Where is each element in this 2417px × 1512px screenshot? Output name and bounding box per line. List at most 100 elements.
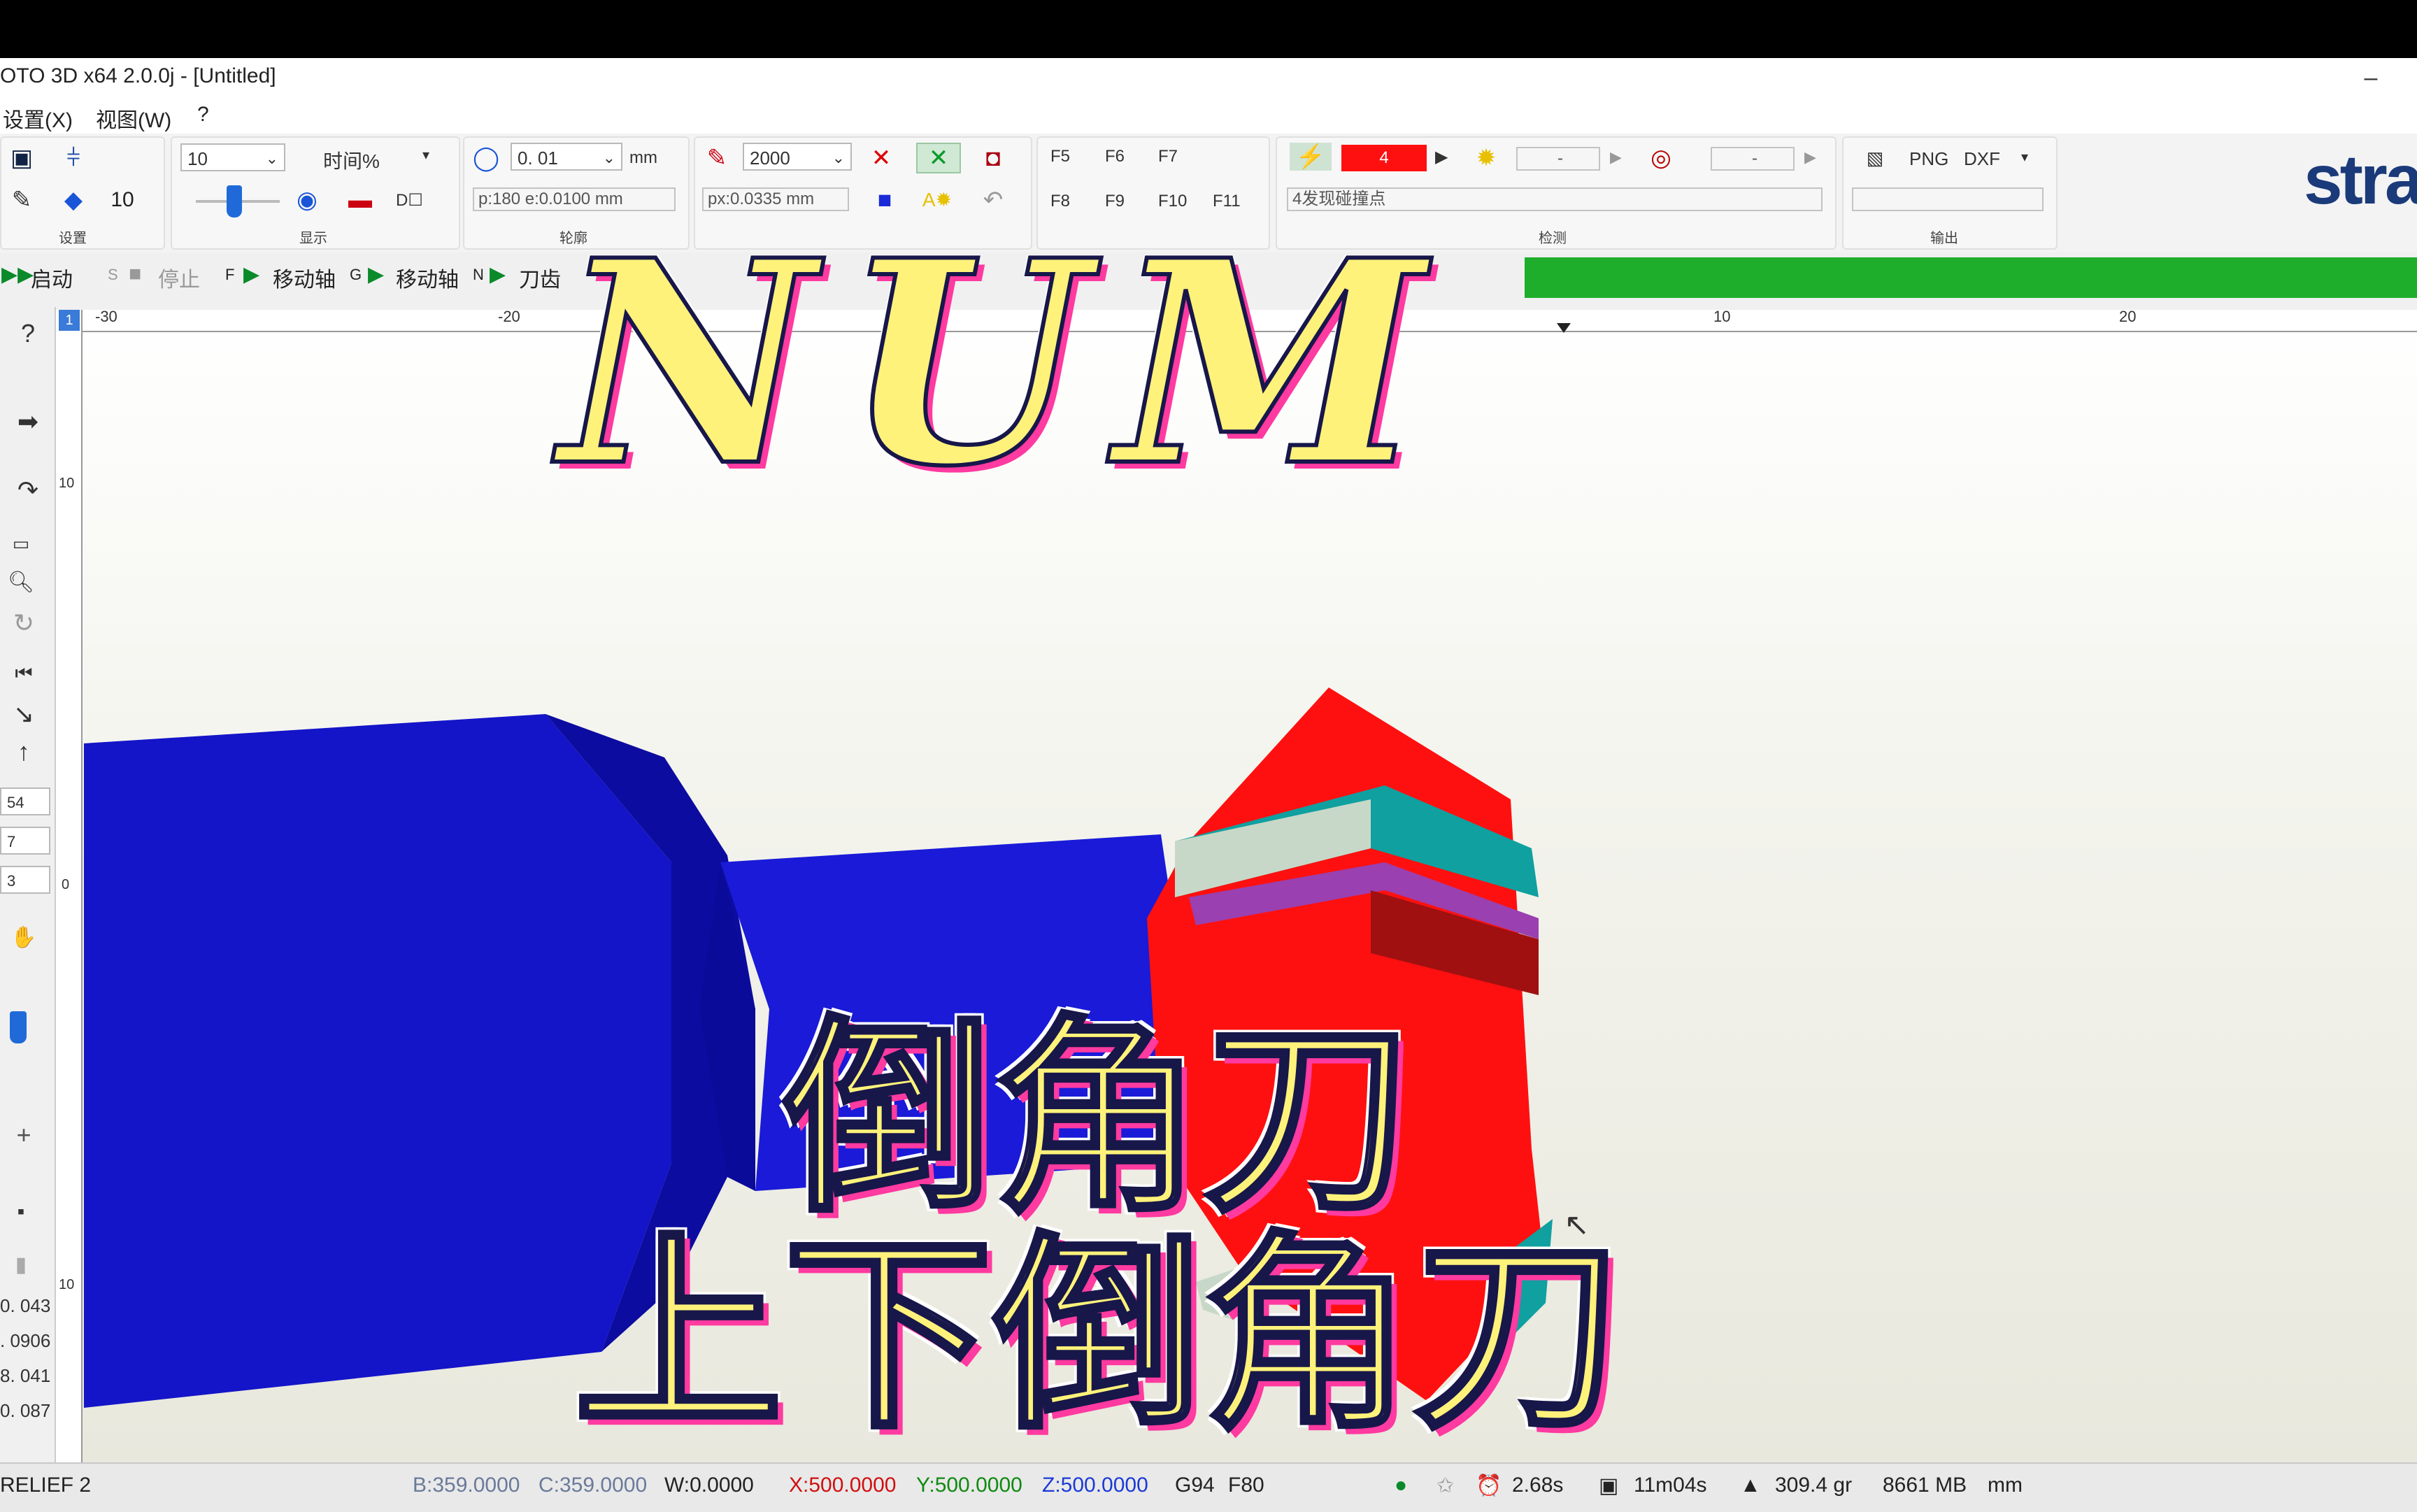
time-dropdown-arrow[interactable]: ▾	[422, 146, 429, 164]
trash-icon[interactable]: ▮	[0, 1248, 42, 1283]
left-value-1: 0. 043	[0, 1295, 51, 1316]
ruler-marker	[1557, 323, 1571, 333]
menu-help[interactable]: ?	[197, 103, 209, 127]
confirm-icon[interactable]: ✕	[916, 143, 961, 173]
window-title: OTO 3D x64 2.0.0j - [Untitled]	[0, 64, 276, 87]
ruler-tick-label: 20	[2119, 308, 2137, 325]
move-axis-button[interactable]: 移动轴	[396, 262, 459, 293]
next-arrow-icon[interactable]: ▶	[1804, 148, 1816, 166]
stop-button[interactable]: 停止	[158, 262, 200, 293]
f7-button[interactable]: F7	[1158, 147, 1178, 166]
start-button[interactable]: 启动	[31, 262, 73, 293]
detect-field-2: -	[1711, 147, 1795, 171]
pen-icon[interactable]: ✎	[4, 186, 39, 214]
tool-slider-thumb[interactable]	[10, 1011, 27, 1043]
target-icon[interactable]: ◎	[1644, 144, 1678, 172]
status-w: W:0.0000	[664, 1474, 754, 1497]
arrow-right-icon[interactable]: ➡	[7, 404, 49, 439]
export-field[interactable]	[1852, 187, 2044, 211]
ruler-tick-label: -20	[498, 308, 520, 325]
start-icon[interactable]: ▶▶	[1, 262, 34, 287]
video-letterbox	[0, 0, 2417, 58]
time-percent-label[interactable]: 时间%	[323, 146, 380, 174]
edit-key: F	[225, 266, 235, 283]
status-mode: RELIEF 2	[0, 1474, 92, 1497]
speed-icon: ✎	[706, 145, 727, 171]
menu-view[interactable]: 视图(W)	[96, 103, 171, 134]
chevron-down-icon: ⌄	[832, 149, 845, 166]
collision-icon[interactable]: ⚡	[1290, 143, 1332, 171]
tooth-button[interactable]: 刀齿	[519, 262, 561, 293]
cancel-icon[interactable]: ✕	[860, 144, 902, 172]
menu-bar	[0, 100, 2417, 134]
speed-slider-thumb[interactable]	[227, 185, 242, 217]
status-unit: mm	[1988, 1474, 2023, 1497]
status-f: F80	[1228, 1474, 1264, 1497]
tolerance-combo[interactable]: 0. 01 ⌄	[511, 143, 622, 171]
clock-icon: ⏰	[1476, 1474, 1502, 1497]
display-group-label: 显示	[299, 231, 327, 246]
view-mode-icon[interactable]: ◉	[290, 186, 325, 214]
left-value-3: 8. 041	[0, 1365, 51, 1386]
status-memory: 8661 MB	[1883, 1474, 1967, 1497]
chevron-down-icon: ⌄	[265, 150, 278, 167]
left-combo-3[interactable]: 3	[0, 866, 50, 894]
left-combo-1[interactable]: 54	[0, 787, 50, 815]
machine-icon[interactable]: ▣	[4, 144, 39, 172]
export-dropdown-arrow[interactable]: ▾	[2021, 148, 2028, 166]
record-icon[interactable]: ◘	[972, 144, 1014, 172]
redo-icon[interactable]: ↷	[7, 473, 49, 508]
dxf-button[interactable]: DXF	[1964, 148, 2000, 170]
binary-icon[interactable]: 10	[105, 186, 140, 214]
edit-button[interactable]: 移动轴	[273, 262, 336, 293]
ruler-tab[interactable]: 1	[59, 310, 80, 331]
overlay-subtitle-2: 上下倒角刀	[572, 1213, 1625, 1457]
detection-group-label: 检测	[1539, 231, 1567, 246]
tolerance-unit: mm	[629, 148, 657, 167]
ruler-tick-label: 10	[1713, 308, 1731, 325]
detect-field-1: -	[1516, 147, 1600, 171]
status-time-1: 2.68s	[1512, 1474, 1564, 1497]
collision-count: 4	[1341, 145, 1427, 171]
status-x: X:500.0000	[789, 1474, 897, 1497]
sun-icon[interactable]: ✹	[1469, 144, 1504, 172]
d-box-toggle[interactable]: D☐	[396, 190, 423, 211]
axis-icon[interactable]: ⫩	[56, 144, 91, 172]
diagonal-arrow-icon[interactable]: ↘	[3, 697, 45, 732]
overlay-subtitle-1: 倒角刀	[782, 997, 1415, 1241]
zoom-box-icon[interactable]: ▭	[0, 526, 42, 561]
weight-icon: ▲	[1740, 1474, 1761, 1497]
left-combo-2[interactable]: 7	[0, 827, 50, 855]
hand-icon[interactable]: ✋	[3, 920, 45, 955]
zoom-icon[interactable]: 🔍︎	[0, 565, 42, 600]
brand-logo: stra	[2304, 141, 2417, 219]
up-arrow-icon[interactable]: ↑	[3, 734, 45, 769]
f5-button[interactable]: F5	[1050, 147, 1070, 166]
settings-group-label: 设置	[59, 231, 87, 246]
tooth-key: N	[473, 266, 484, 283]
export-icon[interactable]: ▧	[1858, 144, 1892, 172]
png-button[interactable]: PNG	[1909, 148, 1948, 170]
crosshair-icon[interactable]: +	[3, 1118, 45, 1153]
progress-bar	[1525, 257, 2417, 298]
save-icon[interactable]: ▪	[0, 1194, 42, 1229]
display-combo[interactable]: 10 ⌄	[180, 143, 285, 171]
vruler-tick-label: 10	[59, 1277, 75, 1292]
help-button[interactable]: ?	[7, 316, 49, 351]
next-arrow-icon[interactable]: ▶	[1610, 148, 1622, 166]
status-time-2: 11m04s	[1634, 1474, 1707, 1497]
f6-button[interactable]: F6	[1105, 147, 1125, 166]
menu-settings[interactable]: 设置(X)	[3, 103, 73, 134]
tool-icon[interactable]: ◆	[56, 186, 91, 214]
skip-icon[interactable]: ⏮	[3, 656, 45, 691]
speed-combo[interactable]: 2000 ⌄	[743, 143, 852, 171]
status-y: Y:500.0000	[916, 1474, 1022, 1497]
tooth-icon: ▶	[490, 263, 506, 286]
play-arrow-icon[interactable]: ▶	[1435, 147, 1448, 167]
status-g: G94	[1175, 1474, 1215, 1497]
rotate-icon[interactable]: ↻	[3, 606, 45, 641]
title-bar	[0, 58, 2417, 100]
minimize-button[interactable]: –	[2357, 64, 2385, 92]
move-axis-key: G	[350, 266, 362, 283]
color-mode-icon[interactable]: ▬	[343, 186, 378, 214]
